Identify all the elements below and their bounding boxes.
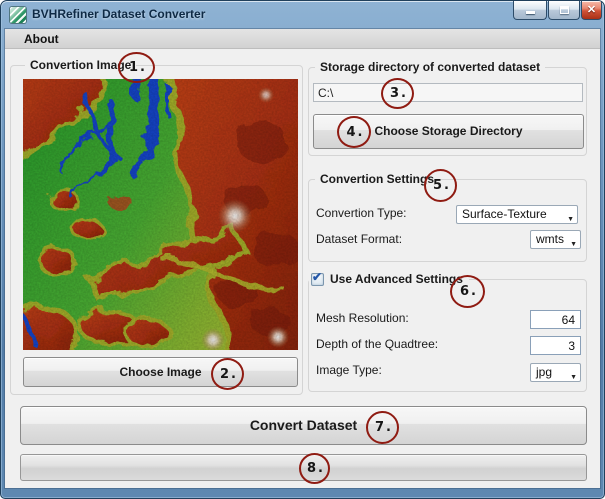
annotation-circle-3: 3.: [381, 78, 414, 109]
conversion-type-label: Convertion Type:: [316, 206, 407, 220]
chevron-down-icon: ▼: [570, 369, 577, 386]
app-icon[interactable]: [10, 7, 26, 23]
maximize-icon: [560, 6, 569, 14]
image-type-value: jpg: [536, 365, 552, 379]
conversion-image-group: Convertion Image: [10, 65, 303, 395]
quadtree-depth-input[interactable]: [530, 336, 581, 355]
mesh-resolution-label: Mesh Resolution:: [316, 311, 409, 325]
conversion-settings-title: Convertion Settings: [315, 171, 439, 188]
chevron-down-icon: ▼: [570, 236, 577, 253]
maximize-button[interactable]: [548, 1, 580, 20]
use-advanced-settings-checkbox[interactable]: ✔: [311, 273, 324, 286]
conversion-type-value: Surface-Texture: [462, 207, 547, 221]
annotation-circle-5: 5.: [424, 169, 457, 202]
annotation-circle-4: 4.: [337, 116, 371, 148]
advanced-settings-group: ✔ Use Advanced Settings Mesh Resolution:…: [308, 279, 587, 392]
convert-dataset-button[interactable]: Convert Dataset: [20, 406, 587, 445]
window-title: BVHRefiner Dataset Converter: [32, 1, 205, 29]
dataset-format-label: Dataset Format:: [316, 232, 402, 246]
storage-path-input[interactable]: [313, 83, 583, 102]
conversion-image-preview: [23, 79, 298, 350]
image-type-dropdown[interactable]: jpg ▼: [530, 363, 581, 382]
annotation-circle-7: 7.: [366, 411, 399, 444]
app-window: BVHRefiner Dataset Converter ✕ About Con…: [0, 0, 605, 499]
mesh-resolution-input[interactable]: [530, 310, 581, 329]
image-type-label: Image Type:: [316, 363, 382, 377]
close-icon: ✕: [582, 2, 601, 19]
annotation-circle-6: 6.: [450, 275, 485, 308]
dataset-format-value: wmts: [536, 232, 564, 246]
advanced-settings-header: ✔ Use Advanced Settings: [309, 270, 469, 288]
close-button[interactable]: ✕: [581, 1, 602, 20]
chevron-down-icon: ▼: [567, 211, 574, 228]
annotation-circle-1: 1.: [118, 52, 155, 83]
minimize-button[interactable]: [513, 1, 547, 20]
titlebar[interactable]: BVHRefiner Dataset Converter ✕: [1, 1, 604, 29]
annotation-circle-2: 2.: [211, 358, 244, 390]
minimize-icon: [526, 11, 535, 14]
checkmark-icon: ✔: [312, 270, 322, 284]
dataset-format-dropdown[interactable]: wmts ▼: [530, 230, 581, 249]
annotation-circle-8: 8.: [299, 453, 330, 484]
conversion-type-dropdown[interactable]: Surface-Texture ▼: [456, 205, 578, 224]
choose-image-button[interactable]: Choose Image: [23, 357, 298, 387]
storage-group-title: Storage directory of converted dataset: [315, 59, 545, 76]
quadtree-depth-label: Depth of the Quadtree:: [316, 337, 438, 351]
client-area: About Convertion Image: [5, 29, 600, 488]
menu-item-about[interactable]: About: [16, 29, 67, 49]
menu-bar: About: [5, 29, 600, 49]
use-advanced-settings-label: Use Advanced Settings: [330, 272, 463, 286]
